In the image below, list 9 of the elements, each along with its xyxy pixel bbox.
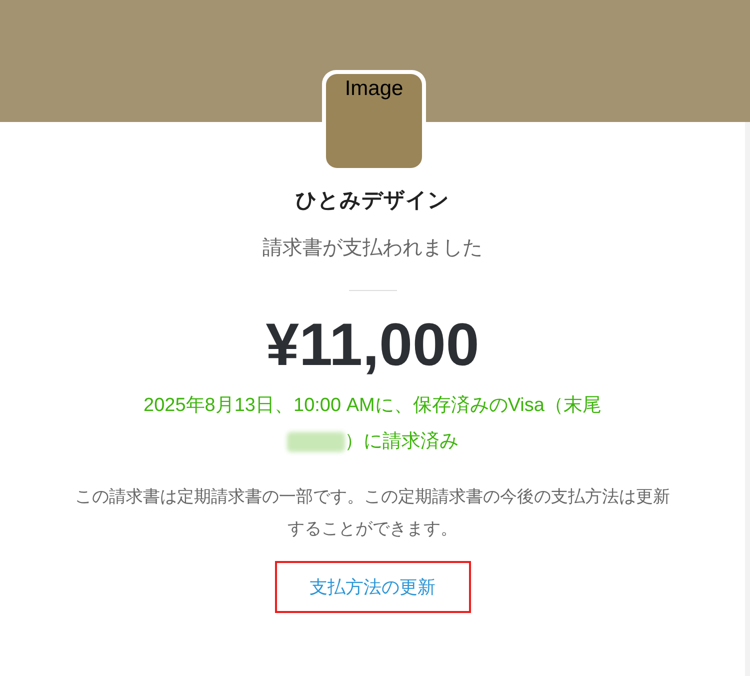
- amount: ¥11,000: [266, 311, 480, 379]
- charge-note: ）に請求済み: [344, 430, 458, 454]
- update-payment-button[interactable]: 支払方法の更新: [274, 561, 470, 613]
- status-text: 請求書が支払われました: [262, 234, 482, 261]
- logo-label: Image: [344, 78, 404, 102]
- charge-note: 2025年8月13日、10:00 AMに、保存済みのVisa（末尾: [144, 394, 602, 418]
- description-text: この請求書は定期請求書の一部です。この定期請求書の今後の支払方法は更新することができます。: [74, 486, 671, 541]
- merchant-name: ひとみデザイン: [296, 187, 450, 214]
- redacted-card-digits: [286, 432, 344, 452]
